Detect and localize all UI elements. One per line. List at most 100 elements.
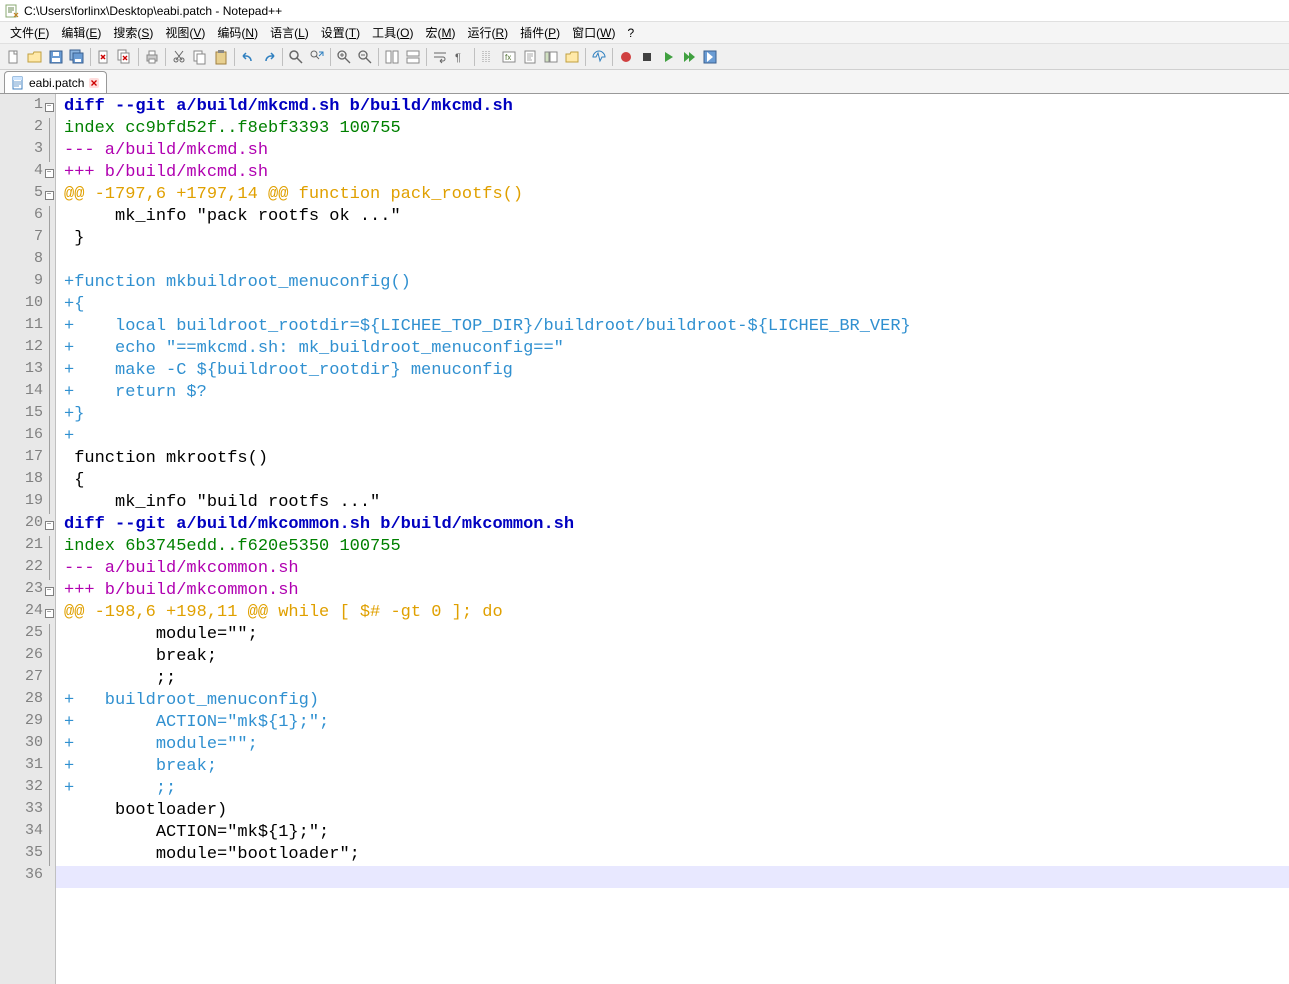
menu-e[interactable]: 编辑(E) — [55, 22, 107, 43]
stop-macro-button[interactable] — [637, 47, 657, 67]
code-line[interactable]: --- a/build/mkcommon.sh — [56, 558, 1289, 580]
code-line[interactable] — [56, 866, 1289, 888]
code-line[interactable] — [56, 250, 1289, 272]
show-all-button[interactable]: ¶ — [451, 47, 471, 67]
code-line[interactable]: +function mkbuildroot_menuconfig() — [56, 272, 1289, 294]
menu-p[interactable]: 插件(P) — [514, 22, 566, 43]
fold-margin — [43, 448, 55, 470]
doc-map-button[interactable] — [520, 47, 540, 67]
sync-h-icon — [405, 49, 421, 65]
code-line[interactable]: break; — [56, 646, 1289, 668]
code-line[interactable]: mk_info "build rootfs ..." — [56, 492, 1289, 514]
fold-toggle-icon[interactable]: − — [45, 521, 54, 530]
code-line[interactable]: + return $? — [56, 382, 1289, 404]
cut-button[interactable] — [169, 47, 189, 67]
func-list-button[interactable] — [541, 47, 561, 67]
menu-help[interactable]: ? — [621, 24, 640, 42]
code-text-area[interactable]: diff --git a/build/mkcmd.sh b/build/mkcm… — [56, 94, 1289, 984]
code-line[interactable]: + module=""; — [56, 734, 1289, 756]
code-line[interactable]: index cc9bfd52f..f8ebf3393 100755 — [56, 118, 1289, 140]
sync-v-icon — [384, 49, 400, 65]
fold-guide — [49, 470, 50, 492]
fold-toggle-icon[interactable]: − — [45, 169, 54, 178]
zoom-out-button[interactable] — [355, 47, 375, 67]
folder-button[interactable] — [562, 47, 582, 67]
code-line[interactable]: + — [56, 426, 1289, 448]
close-file-icon — [96, 49, 112, 65]
code-line[interactable]: +{ — [56, 294, 1289, 316]
editor-area[interactable]: 1−234−5−67891011121314151617181920−21222… — [0, 94, 1289, 984]
sync-h-button[interactable] — [403, 47, 423, 67]
code-line[interactable]: + ;; — [56, 778, 1289, 800]
code-line[interactable]: index 6b3745edd..f620e5350 100755 — [56, 536, 1289, 558]
fold-toggle-icon[interactable]: − — [45, 103, 54, 112]
zoom-in-button[interactable] — [334, 47, 354, 67]
tab-close-button[interactable] — [88, 77, 100, 89]
sync-v-button[interactable] — [382, 47, 402, 67]
menu-l[interactable]: 语言(L) — [264, 22, 315, 43]
code-line[interactable]: diff --git a/build/mkcommon.sh b/build/m… — [56, 514, 1289, 536]
code-line[interactable]: mk_info "pack rootfs ok ..." — [56, 206, 1289, 228]
lang-button[interactable]: fx — [499, 47, 519, 67]
fold-toggle-icon[interactable]: − — [45, 191, 54, 200]
fold-toggle-icon[interactable]: − — [45, 587, 54, 596]
close-all-button[interactable] — [115, 47, 135, 67]
save-file-button[interactable] — [46, 47, 66, 67]
code-line[interactable]: module="bootloader"; — [56, 844, 1289, 866]
copy-button[interactable] — [190, 47, 210, 67]
code-line[interactable]: +++ b/build/mkcommon.sh — [56, 580, 1289, 602]
code-line[interactable]: } — [56, 228, 1289, 250]
replace-button[interactable] — [307, 47, 327, 67]
fold-margin: − — [43, 602, 55, 624]
code-line[interactable]: diff --git a/build/mkcmd.sh b/build/mkcm… — [56, 96, 1289, 118]
code-line[interactable]: + buildroot_menuconfig) — [56, 690, 1289, 712]
menu-f[interactable]: 文件(F) — [4, 22, 55, 43]
undo-button[interactable] — [238, 47, 258, 67]
monitor-button[interactable] — [589, 47, 609, 67]
code-line[interactable]: function mkrootfs() — [56, 448, 1289, 470]
code-line[interactable]: { — [56, 470, 1289, 492]
play-macro-button[interactable] — [658, 47, 678, 67]
menu-t[interactable]: 设置(T) — [315, 22, 366, 43]
menu-v[interactable]: 视图(V) — [159, 22, 211, 43]
zoom-out-icon — [357, 49, 373, 65]
indent-guides-button[interactable] — [478, 47, 498, 67]
line-number: 24− — [0, 602, 55, 624]
code-line[interactable]: bootloader) — [56, 800, 1289, 822]
new-file-button[interactable] — [4, 47, 24, 67]
menu-w[interactable]: 窗口(W) — [566, 22, 621, 43]
close-file-button[interactable] — [94, 47, 114, 67]
menu-m[interactable]: 宏(M) — [419, 22, 461, 43]
save-macro-button[interactable] — [700, 47, 720, 67]
find-button[interactable] — [286, 47, 306, 67]
code-line[interactable]: + ACTION="mk${1};"; — [56, 712, 1289, 734]
code-line[interactable]: --- a/build/mkcmd.sh — [56, 140, 1289, 162]
code-line[interactable]: module=""; — [56, 624, 1289, 646]
code-line[interactable]: ;; — [56, 668, 1289, 690]
open-file-button[interactable] — [25, 47, 45, 67]
wordwrap-button[interactable] — [430, 47, 450, 67]
code-line[interactable]: + local buildroot_rootdir=${LICHEE_TOP_D… — [56, 316, 1289, 338]
menu-s[interactable]: 搜索(S) — [107, 22, 159, 43]
editor-tab[interactable]: eabi.patch — [4, 71, 107, 93]
doc-map-icon — [522, 49, 538, 65]
redo-button[interactable] — [259, 47, 279, 67]
fold-margin — [43, 140, 55, 162]
menu-n[interactable]: 编码(N) — [211, 22, 264, 43]
code-line[interactable]: @@ -1797,6 +1797,14 @@ function pack_roo… — [56, 184, 1289, 206]
code-line[interactable]: ACTION="mk${1};"; — [56, 822, 1289, 844]
menu-o[interactable]: 工具(O) — [366, 22, 419, 43]
code-line[interactable]: +++ b/build/mkcmd.sh — [56, 162, 1289, 184]
code-line[interactable]: +} — [56, 404, 1289, 426]
menu-r[interactable]: 运行(R) — [461, 22, 514, 43]
print-button[interactable] — [142, 47, 162, 67]
fold-toggle-icon[interactable]: − — [45, 609, 54, 618]
play-multi-button[interactable] — [679, 47, 699, 67]
code-line[interactable]: + make -C ${buildroot_rootdir} menuconfi… — [56, 360, 1289, 382]
paste-button[interactable] — [211, 47, 231, 67]
save-all-button[interactable] — [67, 47, 87, 67]
record-macro-button[interactable] — [616, 47, 636, 67]
code-line[interactable]: @@ -198,6 +198,11 @@ while [ $# -gt 0 ];… — [56, 602, 1289, 624]
code-line[interactable]: + break; — [56, 756, 1289, 778]
code-line[interactable]: + echo "==mkcmd.sh: mk_buildroot_menucon… — [56, 338, 1289, 360]
